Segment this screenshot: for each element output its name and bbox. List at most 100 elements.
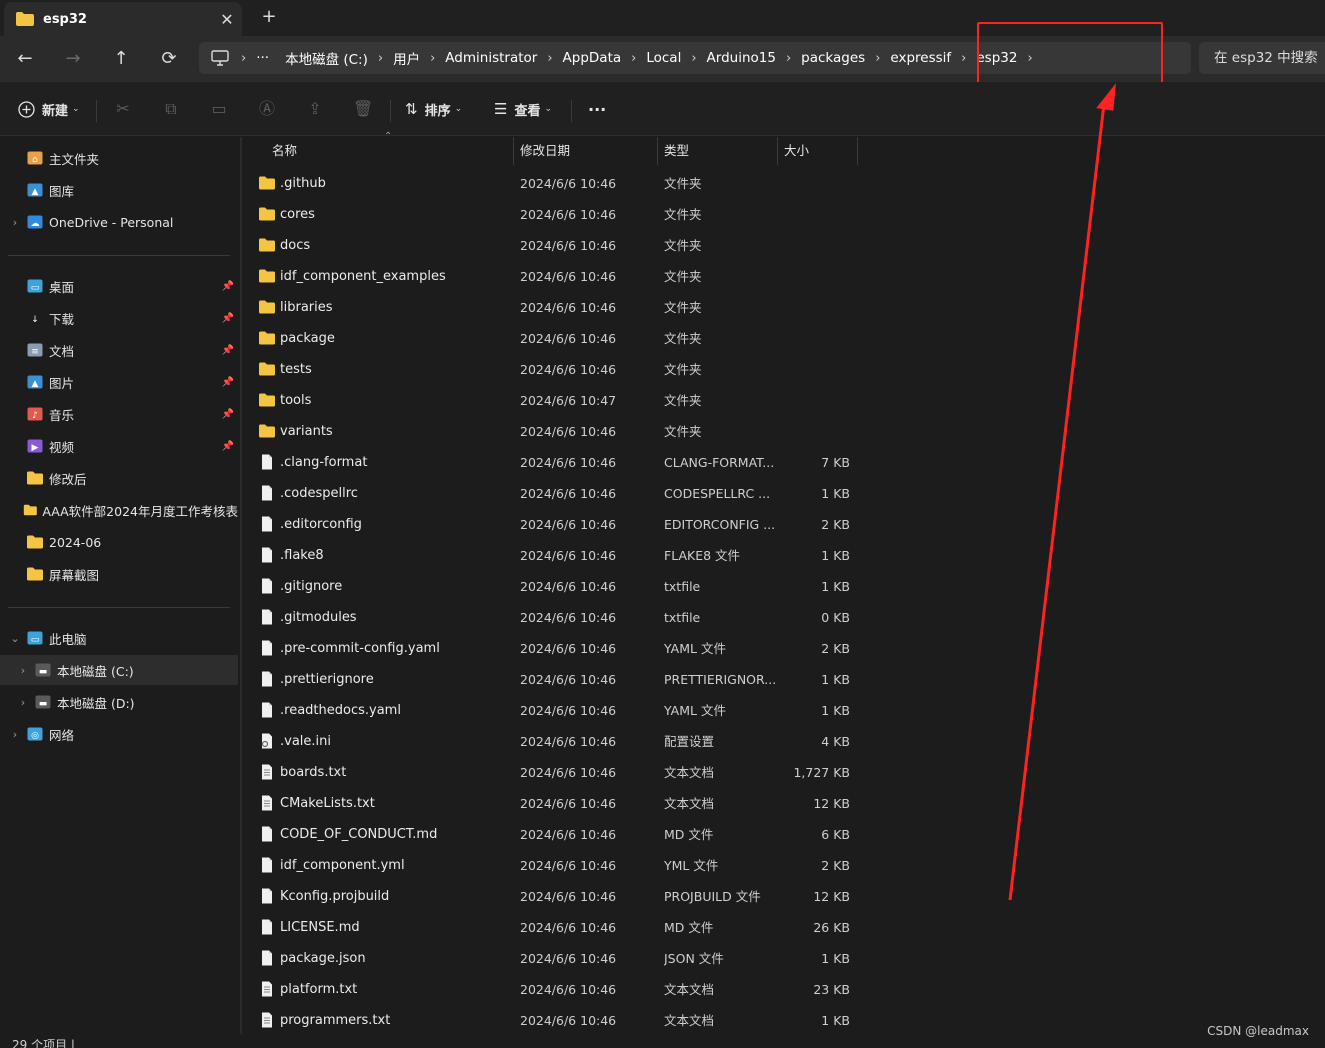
table-row[interactable]: CMakeLists.txt 2024/6/6 10:46 文本文档 12 KB bbox=[254, 788, 864, 819]
table-row[interactable]: .vale.ini 2024/6/6 10:46 配置设置 4 KB bbox=[254, 726, 864, 757]
table-row[interactable]: platform.txt 2024/6/6 10:46 文本文档 23 KB bbox=[254, 974, 864, 1005]
sidebar-item[interactable]: 修改后 bbox=[0, 463, 238, 493]
forward-button[interactable]: → bbox=[59, 46, 87, 72]
more-options-button[interactable]: ··· bbox=[588, 96, 606, 122]
sidebar-item[interactable]: › ▬ 本地磁盘 (C:) bbox=[0, 655, 238, 685]
table-row[interactable]: package 2024/6/6 10:46 文件夹 bbox=[254, 323, 864, 354]
file-name: .flake8 bbox=[280, 548, 324, 563]
search-input[interactable]: 在 esp32 中搜索 bbox=[1199, 42, 1325, 74]
table-row[interactable]: .clang-format 2024/6/6 10:46 CLANG-FORMAT.… bbox=[254, 447, 864, 478]
column-header-size[interactable]: 大小 bbox=[778, 137, 858, 165]
table-row[interactable]: .github 2024/6/6 10:46 文件夹 bbox=[254, 168, 864, 199]
sidebar-item[interactable]: › ▬ 本地磁盘 (D:) bbox=[0, 687, 238, 717]
table-row[interactable]: .codespellrc 2024/6/6 10:46 CODESPELLRC ..… bbox=[254, 478, 864, 509]
breadcrumb-item[interactable]: Arduino15 bbox=[699, 50, 784, 66]
pin-icon[interactable]: 📌 bbox=[222, 409, 234, 420]
close-tab-icon[interactable]: ✕ bbox=[212, 10, 242, 29]
table-row[interactable]: idf_component_examples 2024/6/6 10:46 文件夹 bbox=[254, 261, 864, 292]
table-row[interactable]: libraries 2024/6/6 10:46 文件夹 bbox=[254, 292, 864, 323]
table-row[interactable]: variants 2024/6/6 10:46 文件夹 bbox=[254, 416, 864, 447]
sidebar-item[interactable]: ≡ 文档 📌 bbox=[0, 335, 238, 365]
chevron-right-icon[interactable]: › bbox=[545, 51, 554, 66]
breadcrumb-item[interactable]: AppData bbox=[555, 50, 630, 66]
table-row[interactable]: docs 2024/6/6 10:46 文件夹 bbox=[254, 230, 864, 261]
sidebar-item[interactable]: › ☁ OneDrive - Personal bbox=[0, 207, 238, 237]
table-row[interactable]: boards.txt 2024/6/6 10:46 文本文档 1,727 KB bbox=[254, 757, 864, 788]
rename-icon[interactable]: Ⓐ bbox=[257, 99, 277, 119]
cut-icon[interactable]: ✂ bbox=[113, 99, 133, 119]
view-button[interactable]: ☰ 查看 ⌄ bbox=[494, 96, 552, 122]
chevron-right-icon[interactable]: › bbox=[689, 51, 698, 66]
sidebar-item[interactable]: ♪ 音乐 📌 bbox=[0, 399, 238, 429]
up-button[interactable]: ↑ bbox=[107, 46, 135, 72]
table-row[interactable]: Kconfig.projbuild 2024/6/6 10:46 PROJBUILD… bbox=[254, 881, 864, 912]
sidebar-item[interactable]: › ◎ 网络 bbox=[0, 719, 238, 749]
table-row[interactable]: tools 2024/6/6 10:47 文件夹 bbox=[254, 385, 864, 416]
column-header-date[interactable]: 修改日期 bbox=[514, 137, 658, 165]
pin-icon[interactable]: 📌 bbox=[222, 377, 234, 388]
chevron-right-icon[interactable]: › bbox=[959, 51, 968, 66]
table-row[interactable]: programmers.txt 2024/6/6 10:46 文本文档 1 KB bbox=[254, 1005, 864, 1036]
copy-icon[interactable]: ⧉ bbox=[161, 99, 181, 119]
breadcrumb-item[interactable]: packages bbox=[793, 50, 873, 66]
delete-icon[interactable]: 🗑 bbox=[353, 99, 373, 119]
chevron-right-icon[interactable]: › bbox=[16, 696, 30, 709]
table-row[interactable]: cores 2024/6/6 10:46 文件夹 bbox=[254, 199, 864, 230]
breadcrumb-item[interactable]: Administrator bbox=[437, 50, 545, 66]
chevron-right-icon[interactable]: › bbox=[8, 728, 22, 741]
table-row[interactable]: .gitignore 2024/6/6 10:46 txtfile 1 KB bbox=[254, 571, 864, 602]
chevron-right-icon[interactable]: › bbox=[8, 216, 22, 229]
pin-icon[interactable]: 📌 bbox=[222, 345, 234, 356]
chevron-right-icon[interactable]: › bbox=[629, 51, 638, 66]
sidebar-item[interactable]: ▭ 桌面 📌 bbox=[0, 271, 238, 301]
back-button[interactable]: ← bbox=[11, 46, 39, 72]
refresh-button[interactable]: ⟳ bbox=[155, 46, 183, 72]
table-row[interactable]: .prettierignore 2024/6/6 10:46 PRETTIERIGN… bbox=[254, 664, 864, 695]
table-row[interactable]: .readthedocs.yaml 2024/6/6 10:46 YAML 文件 1 … bbox=[254, 695, 864, 726]
file-date: 2024/6/6 10:46 bbox=[520, 548, 617, 563]
sidebar-item[interactable]: ▶ 视频 📌 bbox=[0, 431, 238, 461]
breadcrumb-item[interactable]: expressif bbox=[882, 50, 959, 66]
paste-icon[interactable]: ▭ bbox=[209, 99, 229, 119]
chevron-right-icon[interactable]: › bbox=[16, 664, 30, 677]
table-row[interactable]: CODE_OF_CONDUCT.md 2024/6/6 10:46 MD 文件 6 K… bbox=[254, 819, 864, 850]
table-row[interactable]: idf_component.yml 2024/6/6 10:46 YML 文件 2 K… bbox=[254, 850, 864, 881]
file-date: 2024/6/6 10:46 bbox=[520, 269, 617, 284]
sidebar-item[interactable]: 屏幕截图 bbox=[0, 559, 238, 589]
breadcrumb-more[interactable]: ··· bbox=[248, 50, 277, 66]
pin-icon[interactable]: 📌 bbox=[222, 281, 234, 292]
new-button-label: 新建 bbox=[42, 103, 69, 119]
sidebar-item[interactable]: ▲ 图库 bbox=[0, 175, 238, 205]
breadcrumb-item[interactable]: Local bbox=[638, 50, 689, 66]
table-row[interactable]: .editorconfig 2024/6/6 10:46 EDITORCONFIG … bbox=[254, 509, 864, 540]
sidebar-item[interactable]: ▲ 图片 📌 bbox=[0, 367, 238, 397]
chevron-right-icon[interactable]: › bbox=[784, 51, 793, 66]
chevron-right-icon[interactable]: › bbox=[376, 51, 385, 66]
sidebar-item[interactable]: ⌄ ▭ 此电脑 bbox=[0, 623, 238, 653]
file-type: 文件夹 bbox=[664, 362, 702, 377]
chevron-down-icon[interactable]: ⌄ bbox=[8, 632, 22, 645]
sidebar-item[interactable]: ⌂ 主文件夹 bbox=[0, 143, 238, 173]
new-tab-button[interactable]: + bbox=[258, 6, 280, 30]
sort-button[interactable]: ⇅ 排序 ⌄ bbox=[405, 96, 462, 122]
tab-title: esp32 bbox=[43, 11, 87, 27]
breadcrumb-item[interactable]: 用户 bbox=[385, 48, 428, 68]
chevron-right-icon[interactable]: › bbox=[428, 51, 437, 66]
table-row[interactable]: package.json 2024/6/6 10:46 JSON 文件 1 KB bbox=[254, 943, 864, 974]
table-row[interactable]: .gitmodules 2024/6/6 10:46 txtfile 0 KB bbox=[254, 602, 864, 633]
column-header-type[interactable]: 类型 bbox=[658, 137, 778, 165]
share-icon[interactable]: ⇪ bbox=[305, 99, 325, 119]
table-row[interactable]: .flake8 2024/6/6 10:46 FLAKE8 文件 1 KB bbox=[254, 540, 864, 571]
pin-icon[interactable]: 📌 bbox=[222, 441, 234, 452]
sidebar-item[interactable]: AAA软件部2024年月度工作考核表 bbox=[0, 495, 238, 525]
pin-icon[interactable]: 📌 bbox=[222, 313, 234, 324]
table-row[interactable]: tests 2024/6/6 10:46 文件夹 bbox=[254, 354, 864, 385]
tab-esp32[interactable]: esp32 ✕ bbox=[4, 2, 242, 36]
sidebar-item[interactable]: 2024-06 bbox=[0, 527, 238, 557]
chevron-right-icon[interactable]: › bbox=[873, 51, 882, 66]
sidebar-item[interactable]: ↓ 下载 📌 bbox=[0, 303, 238, 333]
new-button[interactable]: 新建 ⌄ bbox=[18, 96, 80, 122]
table-row[interactable]: .pre-commit-config.yaml 2024/6/6 10:46 YAM… bbox=[254, 633, 864, 664]
breadcrumb-item[interactable]: 本地磁盘 (C:) bbox=[277, 48, 376, 68]
table-row[interactable]: LICENSE.md 2024/6/6 10:46 MD 文件 26 KB bbox=[254, 912, 864, 943]
